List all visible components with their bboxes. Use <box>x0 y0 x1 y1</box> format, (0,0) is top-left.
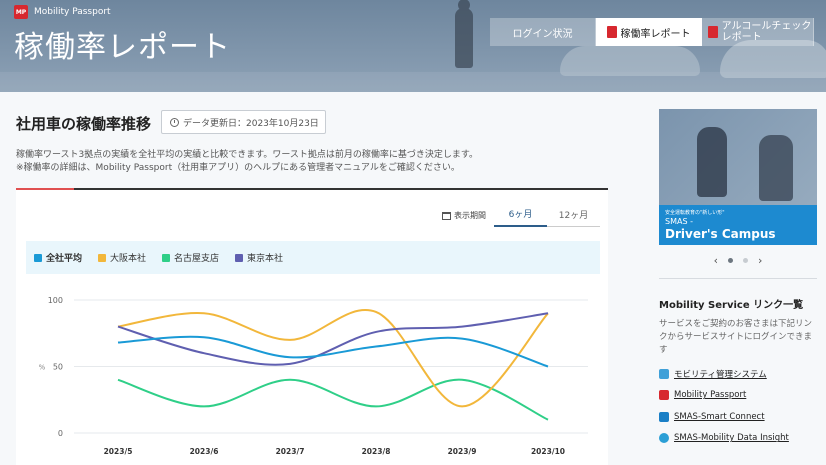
tab-12-months[interactable]: 12ヶ月 <box>547 202 600 227</box>
legend-label: 大阪本社 <box>110 254 147 264</box>
person-image <box>697 127 727 197</box>
update-date-label: データ更新日：2023年10月23日 <box>183 118 319 129</box>
x-tick-label: 2023/10 <box>531 447 565 456</box>
legend-item[interactable]: 東京本社 <box>235 251 283 264</box>
link-smart-connect[interactable]: SMAS-Smart Connect <box>659 406 789 428</box>
chart-panel: 表示期間 6ヶ月 12ヶ月 全社平均 大阪本社 名古屋支店 東京本社 0 50 10… <box>16 190 608 465</box>
next-arrow-icon[interactable]: › <box>758 254 762 267</box>
clock-icon <box>170 117 179 127</box>
links-description: サービスをご契約のお客さまは下記リンクからサービスサイトにログインできます <box>659 319 813 355</box>
person-silhouette <box>455 0 473 68</box>
header-banner: MP Mobility Passport 稼働率レポート ログイン状況 稼働率レ… <box>0 0 826 92</box>
app-icon <box>659 390 669 401</box>
section-title: 社用車の稼働率推移 <box>16 115 152 133</box>
link-label: モビリティ管理システム <box>674 369 767 380</box>
legend-swatch <box>34 253 42 262</box>
service-link-list: モビリティ管理システム Mobility Passport SMAS-Smart… <box>659 363 789 449</box>
report-doc-icon <box>606 26 617 38</box>
link-data-insight[interactable]: SMAS-Mobility Data Insight <box>659 428 789 450</box>
nav-login-label: ログイン状況 <box>512 28 573 40</box>
app-icon <box>659 411 669 422</box>
update-date-badge: データ更新日：2023年10月23日 <box>161 110 326 134</box>
legend-item[interactable]: 名古屋支店 <box>162 251 219 264</box>
link-label: SMAS-Mobility Data Insight <box>674 433 789 444</box>
brand-logo-icon: MP <box>14 5 28 19</box>
series-line <box>117 335 549 368</box>
legend-label: 全社平均 <box>46 254 83 264</box>
app-icon <box>659 433 669 444</box>
nav-login-status[interactable]: ログイン状況 <box>490 18 596 46</box>
main-panel: 社用車の稼働率推移 データ更新日：2023年10月23日 稼働率ワースト3拠点の… <box>0 92 640 465</box>
link-label: SMAS-Smart Connect <box>674 411 765 422</box>
banner-campus: Driver's Campus <box>665 227 776 241</box>
nav-rate-label: 稼働率レポート <box>620 28 691 40</box>
legend-item[interactable]: 大阪本社 <box>98 251 146 264</box>
y-tick-label: 0 <box>58 429 63 438</box>
chart-legend: 全社平均 大阪本社 名古屋支店 東京本社 <box>26 241 600 274</box>
hero-floor <box>0 72 826 92</box>
report-nav: ログイン状況 稼働率レポート アルコールチェック レポート <box>490 18 814 46</box>
description-line: 稼働率ワースト3拠点の実績を全社平均の実績と比較できます。ワースト拠点は前月の稼… <box>16 150 479 160</box>
calendar-icon <box>442 211 451 220</box>
line-chart: 0 50 100% 2023/5 2023/6 2023/7 2023/8 2023/9 202… <box>39 296 588 456</box>
x-tick-label: 2023/8 <box>362 447 391 456</box>
period-label-text: 表示期間 <box>454 211 486 220</box>
app-icon <box>659 368 669 379</box>
x-tick-label: 2023/6 <box>190 447 219 456</box>
period-label: 表示期間 <box>442 210 486 221</box>
y-axis-label: % <box>39 364 46 372</box>
legend-swatch <box>98 253 107 262</box>
series-line <box>117 378 549 421</box>
legend-item[interactable]: 全社平均 <box>34 251 82 264</box>
x-tick-label: 2023/9 <box>448 447 477 456</box>
link-mobility-passport[interactable]: Mobility Passport <box>659 385 789 407</box>
car-image <box>560 46 700 76</box>
banner-carousel: ‹ › <box>659 250 817 270</box>
x-tick-label: 2023/5 <box>104 447 133 456</box>
side-divider <box>659 278 817 279</box>
nav-alcohol-line1: アルコールチェック <box>721 21 812 32</box>
x-tick-label: 2023/7 <box>276 447 305 456</box>
carousel-dot[interactable] <box>743 257 748 263</box>
link-label: Mobility Passport <box>674 390 747 401</box>
description: 稼働率ワースト3拠点の実績を全社平均の実績と比較できます。ワースト拠点は前月の稼… <box>16 149 478 175</box>
prev-arrow-icon[interactable]: ‹ <box>714 254 718 267</box>
y-tick-label: 100 <box>48 296 63 305</box>
banner-tagline: 安全運転教育の"新しい形" <box>665 210 725 216</box>
nav-alcohol-line2: レポート <box>721 32 762 43</box>
legend-swatch <box>162 253 171 262</box>
description-note: ※稼働率の詳細は、Mobility Passport（社用車アプリ）のヘルプにあ… <box>16 163 460 173</box>
banner-smas: SMAS - <box>665 217 693 226</box>
legend-label: 東京本社 <box>247 254 284 264</box>
nav-utilization-report[interactable]: 稼働率レポート <box>596 18 702 46</box>
legend-swatch <box>235 253 244 262</box>
nav-alcohol-check-report[interactable]: アルコールチェック レポート <box>702 18 814 46</box>
driver-campus-banner[interactable]: 安全運転教育の"新しい形" SMAS - Driver's Campus <box>659 109 817 245</box>
nav-alcohol-label: アルコールチェック レポート <box>722 21 812 43</box>
side-panel: 安全運転教育の"新しい形" SMAS - Driver's Campus ‹ ›… <box>640 92 826 465</box>
tab-6-months[interactable]: 6ヶ月 <box>494 202 547 227</box>
links-title: Mobility Service リンク一覧 <box>659 300 804 311</box>
link-mobility-management[interactable]: モビリティ管理システム <box>659 363 789 385</box>
person-image <box>759 135 793 201</box>
carousel-dot[interactable] <box>728 257 733 263</box>
y-tick-label: 50 <box>53 363 63 372</box>
brand: MP Mobility Passport <box>14 5 111 19</box>
page-title: 稼働率レポート <box>14 30 231 65</box>
report-doc-icon <box>707 26 718 38</box>
brand-name: Mobility Passport <box>34 7 111 17</box>
legend-label: 名古屋支店 <box>174 254 220 264</box>
